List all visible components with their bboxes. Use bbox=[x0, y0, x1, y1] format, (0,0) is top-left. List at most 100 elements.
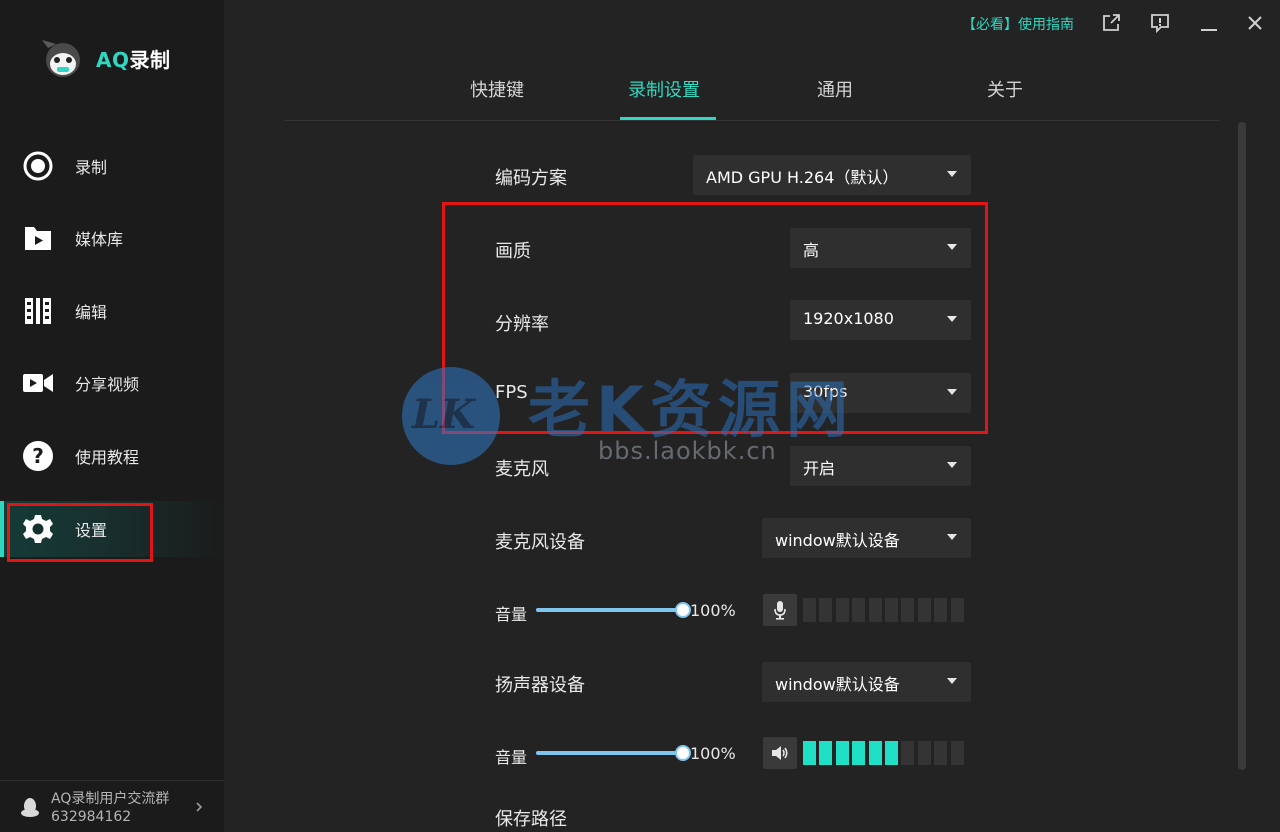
slider-thumb[interactable] bbox=[675, 745, 691, 761]
qq-group-link[interactable]: AQ录制用户交流群 632984162 bbox=[0, 780, 224, 832]
quality-select[interactable]: 高 bbox=[790, 228, 971, 268]
edit-film-icon bbox=[22, 295, 54, 327]
tab-about[interactable]: 关于 bbox=[987, 76, 1023, 102]
slider-thumb[interactable] bbox=[675, 602, 691, 618]
dropdown-arrow-icon bbox=[947, 678, 957, 684]
qq-penguin-icon bbox=[20, 797, 40, 819]
fps-label: FPS bbox=[495, 382, 528, 403]
minimize-icon[interactable] bbox=[1198, 12, 1220, 34]
sidebar: AQ录制 录制 媒体库 编辑 分享视频 ? 使用教程 设置 AQ录制用户交流群 … bbox=[0, 0, 224, 832]
meter-segment bbox=[901, 598, 915, 622]
tab-general[interactable]: 通用 bbox=[817, 76, 853, 102]
active-tab-indicator bbox=[620, 117, 716, 120]
external-link-icon[interactable] bbox=[1100, 12, 1122, 34]
encoder-label: 编码方案 bbox=[495, 168, 567, 189]
record-icon bbox=[22, 150, 54, 182]
tab-shortcuts[interactable]: 快捷键 bbox=[470, 76, 524, 102]
help-icon: ? bbox=[22, 440, 54, 472]
speaker-volume-slider[interactable] bbox=[536, 745, 691, 761]
microphone-icon[interactable] bbox=[763, 594, 797, 626]
mic-device-label: 麦克风设备 bbox=[495, 532, 585, 553]
mic-volume-slider[interactable] bbox=[536, 602, 691, 618]
slider-track bbox=[536, 751, 684, 755]
sidebar-item-label: 媒体库 bbox=[75, 230, 124, 249]
meter-segment bbox=[803, 741, 816, 765]
feedback-icon[interactable] bbox=[1149, 12, 1171, 34]
speaker-device-select[interactable]: window默认设备 bbox=[762, 662, 971, 702]
sidebar-item-tutorial[interactable]: ? 使用教程 bbox=[0, 428, 224, 484]
chevron-right-icon bbox=[194, 799, 204, 813]
logo-mascot-icon bbox=[40, 38, 86, 78]
encoder-select[interactable]: AMD GPU H.264（默认） bbox=[693, 155, 971, 195]
fps-value: 30fps bbox=[803, 382, 848, 401]
user-guide-link[interactable]: 【必看】使用指南 bbox=[962, 14, 1074, 34]
meter-segment bbox=[917, 741, 931, 765]
microphone-value: 开启 bbox=[803, 459, 836, 478]
mic-volume-percent: 100% bbox=[690, 601, 736, 620]
mic-device-value: window默认设备 bbox=[775, 531, 900, 550]
tab-record-settings[interactable]: 录制设置 bbox=[628, 76, 700, 102]
save-path-label: 保存路径 bbox=[495, 809, 567, 830]
encoder-value: AMD GPU H.264（默认） bbox=[706, 168, 899, 187]
sidebar-item-edit[interactable]: 编辑 bbox=[0, 283, 224, 339]
meter-segment bbox=[950, 741, 964, 765]
meter-segment bbox=[950, 598, 964, 622]
gear-icon bbox=[22, 513, 54, 545]
dropdown-arrow-icon bbox=[947, 462, 957, 468]
qq-group-number: 632984162 bbox=[51, 809, 132, 825]
microphone-select[interactable]: 开启 bbox=[790, 446, 971, 486]
dropdown-arrow-icon bbox=[947, 244, 957, 250]
meter-segment bbox=[819, 741, 833, 765]
settings-tabs: 快捷键 录制设置 通用 关于 bbox=[284, 62, 1220, 121]
svg-text:?: ? bbox=[32, 444, 44, 468]
quality-value: 高 bbox=[803, 241, 820, 260]
speaker-icon[interactable] bbox=[763, 737, 797, 769]
dropdown-arrow-icon bbox=[947, 389, 957, 395]
meter-segment bbox=[852, 598, 866, 622]
sidebar-item-share-video[interactable]: 分享视频 bbox=[0, 355, 224, 411]
meter-segment bbox=[901, 741, 915, 765]
close-icon[interactable] bbox=[1244, 12, 1266, 34]
qq-group-name: AQ录制用户交流群 bbox=[51, 791, 170, 807]
speaker-volume-label: 音量 bbox=[495, 748, 528, 767]
mic-volume-label: 音量 bbox=[495, 605, 528, 624]
slider-track bbox=[536, 608, 684, 612]
fps-select[interactable]: 30fps bbox=[790, 373, 971, 413]
meter-segment bbox=[835, 598, 849, 622]
logo-text-suffix: 录制 bbox=[129, 47, 171, 72]
meter-segment bbox=[868, 598, 882, 622]
sidebar-item-settings[interactable]: 设置 bbox=[0, 501, 224, 557]
sidebar-item-label: 编辑 bbox=[75, 303, 108, 322]
meter-segment bbox=[917, 598, 931, 622]
watermark-url: bbs.laokbk.cn bbox=[598, 437, 777, 465]
meter-segment bbox=[819, 598, 833, 622]
media-library-icon bbox=[22, 222, 54, 254]
meter-segment bbox=[885, 741, 898, 765]
sidebar-item-label: 设置 bbox=[75, 521, 108, 540]
sidebar-item-media-library[interactable]: 媒体库 bbox=[0, 210, 224, 266]
dropdown-arrow-icon bbox=[947, 316, 957, 322]
watermark-logo-text: LK bbox=[412, 391, 475, 438]
microphone-label: 麦克风 bbox=[495, 459, 549, 480]
watermark-logo-circle bbox=[402, 367, 500, 465]
resolution-value: 1920x1080 bbox=[803, 309, 894, 328]
speaker-device-value: window默认设备 bbox=[775, 675, 900, 694]
mic-device-select[interactable]: window默认设备 bbox=[762, 518, 971, 558]
logo-text-prefix: AQ bbox=[96, 47, 130, 72]
dropdown-arrow-icon bbox=[947, 171, 957, 177]
resolution-select[interactable]: 1920x1080 bbox=[790, 300, 971, 340]
sidebar-item-label: 使用教程 bbox=[75, 448, 140, 467]
meter-segment bbox=[934, 741, 948, 765]
app-logo: AQ录制 bbox=[40, 38, 170, 78]
meter-segment bbox=[852, 741, 866, 765]
meter-segment bbox=[803, 598, 816, 622]
video-camera-icon bbox=[22, 367, 54, 399]
quality-label: 画质 bbox=[495, 241, 531, 262]
speaker-device-label: 扬声器设备 bbox=[495, 675, 585, 696]
sidebar-item-record[interactable]: 录制 bbox=[0, 138, 224, 194]
meter-segment bbox=[885, 598, 898, 622]
speaker-volume-percent: 100% bbox=[690, 744, 736, 763]
sidebar-item-label: 分享视频 bbox=[75, 375, 140, 394]
settings-scrollbar[interactable] bbox=[1238, 122, 1246, 770]
resolution-label: 分辨率 bbox=[495, 314, 549, 335]
